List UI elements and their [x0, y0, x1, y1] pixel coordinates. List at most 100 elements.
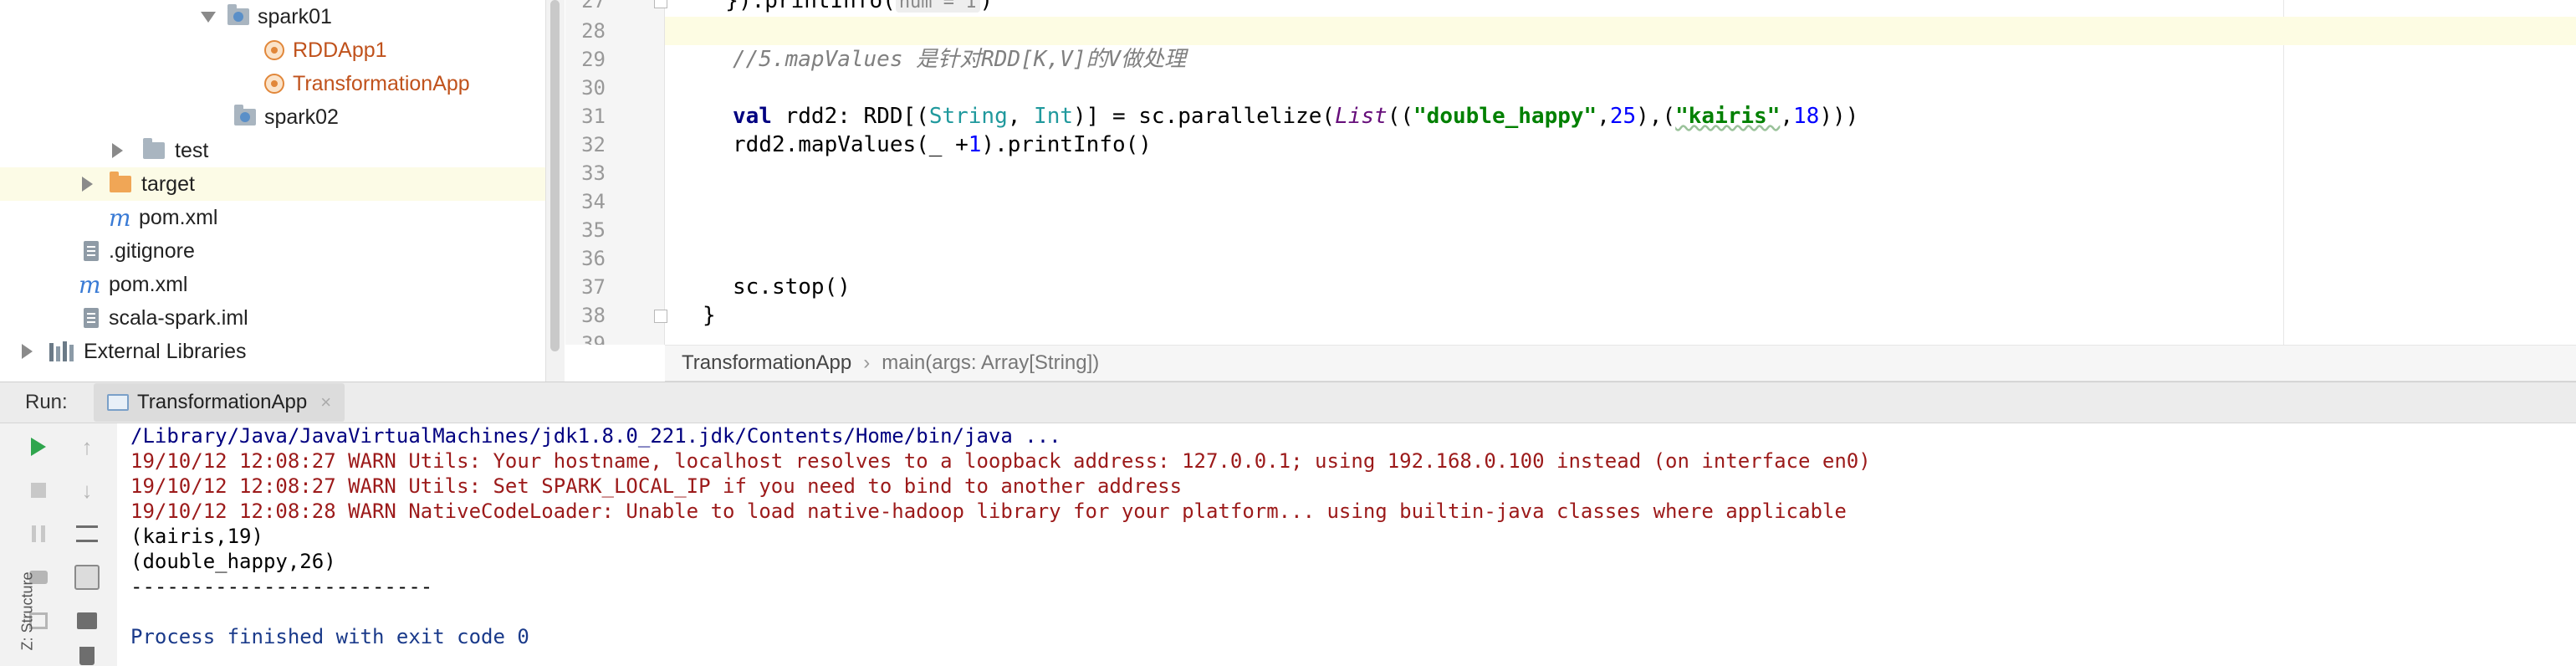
tree-item-label: TransformationApp — [293, 71, 470, 95]
line-number: 30 — [581, 76, 606, 100]
fold-marker-icon[interactable] — [654, 0, 667, 8]
close-icon[interactable]: × — [320, 392, 331, 413]
tree-scrollbar-thumb[interactable] — [550, 0, 560, 351]
line-number: 34 — [581, 190, 606, 213]
soft-wrap-icon — [76, 525, 98, 542]
code-line-28-current[interactable] — [665, 17, 2576, 45]
line-number: 37 — [581, 275, 606, 299]
tree-item-label: spark02 — [264, 105, 339, 129]
rerun-button[interactable] — [25, 433, 52, 460]
scroll-to-end-icon — [74, 565, 100, 590]
code-line-27: }).printInfo(num = 1) — [699, 0, 993, 15]
tree-item-spark02[interactable]: spark02 — [0, 100, 545, 134]
tree-item-label: target — [141, 172, 195, 196]
soft-wrap-button[interactable] — [74, 520, 100, 547]
tree-item-label: External Libraries — [84, 339, 247, 363]
code-line-32: rdd2.mapValues(_ +1).printInfo() — [733, 132, 1152, 157]
folder-icon — [234, 105, 256, 126]
folder-orange-icon — [110, 172, 131, 192]
pause-icon — [32, 525, 45, 542]
tree-item-label: spark01 — [258, 4, 332, 28]
line-number: 39 — [581, 332, 606, 345]
code-line-31: val rdd2: RDD[(String, Int)] = sc.parall… — [733, 104, 1859, 129]
line-number: 35 — [581, 218, 606, 242]
line-number: 38 — [581, 304, 606, 327]
tree-item-root-pom-xml[interactable]: m pom.xml — [0, 268, 545, 301]
chevron-right-icon[interactable] — [112, 143, 123, 158]
run-config-icon — [107, 394, 129, 411]
breadcrumb-object[interactable]: TransformationApp — [682, 351, 851, 375]
console-line: Process finished with exit code 0 — [130, 625, 529, 648]
run-tab[interactable]: TransformationApp × — [94, 383, 345, 422]
trash-icon — [79, 647, 95, 665]
tree-item-label: scala-spark.iml — [109, 305, 248, 330]
run-panel-header — [0, 382, 2576, 423]
structure-side-tab[interactable]: Z: Structure — [19, 571, 37, 650]
up-arrow-icon: ↑ — [81, 433, 93, 459]
run-panel-title: Run: — [25, 391, 68, 413]
tree-item-label: RDDApp1 — [293, 38, 387, 62]
scroll-to-end-button[interactable] — [74, 564, 100, 591]
maven-icon: m — [79, 270, 101, 299]
line-number: 33 — [581, 161, 606, 185]
down-arrow-icon: ↓ — [81, 477, 93, 503]
tree-item-label: test — [175, 138, 209, 162]
tree-item-target[interactable]: target — [0, 167, 545, 201]
tree-item-rddapp1[interactable]: RDDApp1 — [0, 33, 545, 67]
tree-item-label: .gitignore — [109, 238, 195, 263]
console-line: 19/10/12 12:08:28 WARN NativeCodeLoader:… — [130, 500, 1847, 523]
tree-item-label: pom.xml — [139, 205, 218, 229]
clear-all-button[interactable] — [74, 646, 100, 666]
code-line-38: } — [703, 303, 716, 328]
tree-item-external-libraries[interactable]: External Libraries — [0, 335, 545, 368]
chevron-down-icon[interactable] — [201, 11, 216, 23]
print-button[interactable] — [74, 607, 100, 634]
code-line-37: sc.stop() — [733, 274, 851, 300]
line-number: 27 — [581, 0, 606, 13]
chevron-right-icon[interactable] — [22, 344, 33, 359]
console-line: (double_happy,26) — [130, 550, 336, 573]
line-number: 31 — [581, 105, 606, 128]
library-icon — [49, 341, 74, 361]
line-number: 36 — [581, 247, 606, 270]
chevron-right-icon[interactable] — [82, 177, 93, 192]
tree-item-gitignore[interactable]: .gitignore — [0, 234, 545, 268]
tree-item-pom-xml[interactable]: m pom.xml — [0, 201, 545, 234]
breadcrumb-method[interactable]: main(args: Array[String]) — [882, 351, 1099, 375]
previous-occurrence-button[interactable]: ↑ — [74, 433, 100, 460]
console-line[interactable]: /Library/Java/JavaVirtualMachines/jdk1.8… — [130, 423, 1061, 448]
folder-icon — [227, 4, 249, 25]
stop-icon — [31, 483, 46, 498]
tree-item-spark01[interactable]: spark01 — [0, 0, 545, 33]
scala-object-icon — [264, 74, 284, 94]
parameter-hint: num = 1 — [895, 0, 980, 13]
tree-item-iml[interactable]: scala-spark.iml — [0, 301, 545, 335]
console-line: 19/10/12 12:08:27 WARN Utils: Set SPARK_… — [130, 474, 1183, 498]
file-icon — [84, 241, 99, 261]
tree-item-label: pom.xml — [109, 272, 188, 296]
pause-button[interactable] — [25, 520, 52, 547]
print-icon — [77, 612, 97, 629]
console-line: ------------------------- — [130, 575, 433, 598]
line-number: 29 — [581, 48, 606, 71]
line-number: 32 — [581, 133, 606, 156]
next-occurrence-button[interactable]: ↓ — [74, 477, 100, 504]
run-icon — [31, 438, 46, 456]
console-line: 19/10/12 12:08:27 WARN Utils: Your hostn… — [130, 449, 1871, 473]
run-tab-label: TransformationApp — [137, 391, 308, 413]
project-tree: spark01 RDDApp1 TransformationApp spark0… — [0, 0, 545, 382]
tree-item-transformationapp[interactable]: TransformationApp — [0, 67, 545, 100]
breadcrumb: TransformationApp › main(args: Array[Str… — [665, 345, 2576, 382]
tree-item-test[interactable]: test — [0, 134, 545, 167]
breadcrumb-separator: › — [863, 351, 871, 374]
fold-marker-icon[interactable] — [654, 310, 667, 323]
folder-icon — [143, 138, 165, 159]
file-icon — [84, 308, 99, 328]
maven-icon: m — [109, 203, 131, 232]
console-line: (kairis,19) — [130, 525, 263, 548]
scala-object-icon — [264, 40, 284, 60]
line-number: 28 — [581, 19, 606, 43]
code-line-29: //5.mapValues 是针对RDD[K,V]的V做处理 — [733, 47, 1187, 72]
right-margin-guide — [2283, 0, 2284, 345]
stop-button[interactable] — [25, 477, 52, 504]
